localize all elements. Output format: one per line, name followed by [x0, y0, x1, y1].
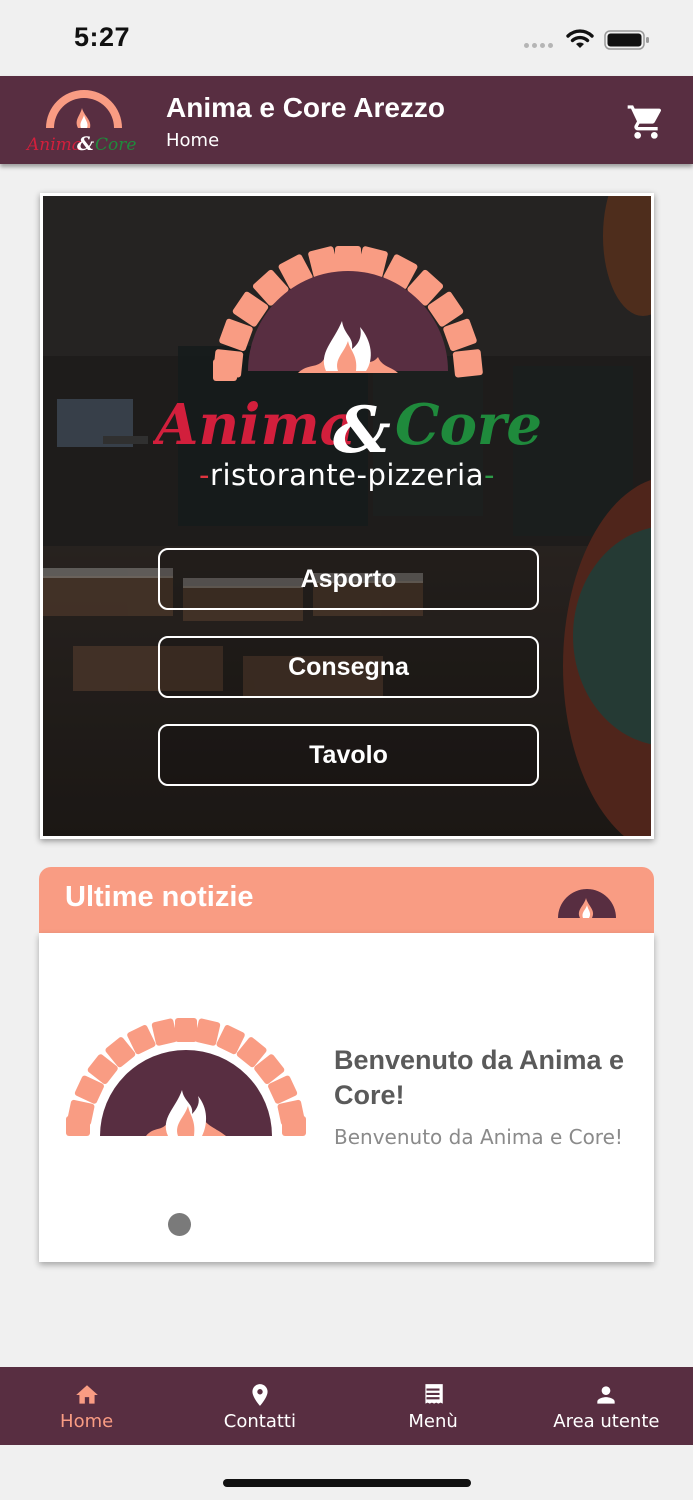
- takeaway-button[interactable]: Asporto: [158, 548, 539, 610]
- nav-menu[interactable]: Menù: [347, 1367, 520, 1445]
- restaurant-logo: Anima & Core: [25, 90, 136, 154]
- app-title: Anima e Core Arezzo: [166, 92, 446, 123]
- home-indicator[interactable]: [223, 1479, 471, 1487]
- user-icon: [597, 1386, 616, 1404]
- menu-list-icon: [423, 1384, 443, 1404]
- oven-icon: [558, 889, 616, 918]
- logo-tagline: -ristorante-pizzeria-: [43, 458, 651, 492]
- status-time: 5:27: [74, 22, 131, 52]
- location-pin-icon: [252, 1384, 268, 1406]
- nav-label-contacts: Contatti: [223, 1411, 296, 1432]
- svg-text:Anima: Anima: [153, 392, 356, 458]
- nav-label-menu: Menù: [408, 1411, 458, 1432]
- svg-text:&: &: [77, 133, 94, 154]
- tagline-dash-left: -: [199, 458, 211, 492]
- page-subtitle: Home: [166, 130, 220, 151]
- status-bar: 5:27: [0, 0, 693, 76]
- svg-text:Anima: Anima: [25, 135, 82, 154]
- cellular-signal-icon: [524, 43, 553, 48]
- svg-text:Core: Core: [395, 392, 542, 458]
- tagline-dash-right: -: [483, 458, 495, 492]
- app-header: Anima & Core Anima e Core Arezzo Home: [0, 76, 693, 164]
- tagline-text: ristorante-pizzeria: [210, 458, 484, 492]
- nav-home[interactable]: Home: [0, 1367, 173, 1445]
- news-card[interactable]: Benvenuto da Anima e Core! Benvenuto da …: [39, 933, 654, 1262]
- table-button[interactable]: Tavolo: [158, 724, 539, 786]
- home-icon: [75, 1385, 98, 1404]
- nav-label-home: Home: [60, 1411, 114, 1432]
- news-section-header: Ultime notizie: [39, 867, 654, 933]
- nav-contacts[interactable]: Contatti: [173, 1367, 346, 1445]
- battery-icon: [604, 30, 649, 50]
- hero-banner: Anima & Core -ristorante-pizzeria- Aspor…: [40, 193, 654, 839]
- delivery-button[interactable]: Consegna: [158, 636, 539, 698]
- news-section-title: Ultime notizie: [65, 881, 254, 913]
- nav-user-area[interactable]: Area utente: [520, 1367, 693, 1445]
- carousel-dot[interactable]: [168, 1213, 191, 1236]
- svg-text:Core: Core: [95, 135, 136, 154]
- oven-logo-image: [66, 1018, 306, 1136]
- wifi-icon: [566, 29, 594, 48]
- svg-text:&: &: [333, 393, 391, 468]
- bottom-nav: Home Contatti Menù Area utente: [0, 1367, 693, 1445]
- cart-icon[interactable]: [626, 102, 666, 142]
- news-headline: Benvenuto da Anima e Core!: [334, 1045, 625, 1110]
- news-text: Benvenuto da Anima e Core!: [334, 1125, 623, 1149]
- nav-label-user-area: Area utente: [553, 1411, 660, 1432]
